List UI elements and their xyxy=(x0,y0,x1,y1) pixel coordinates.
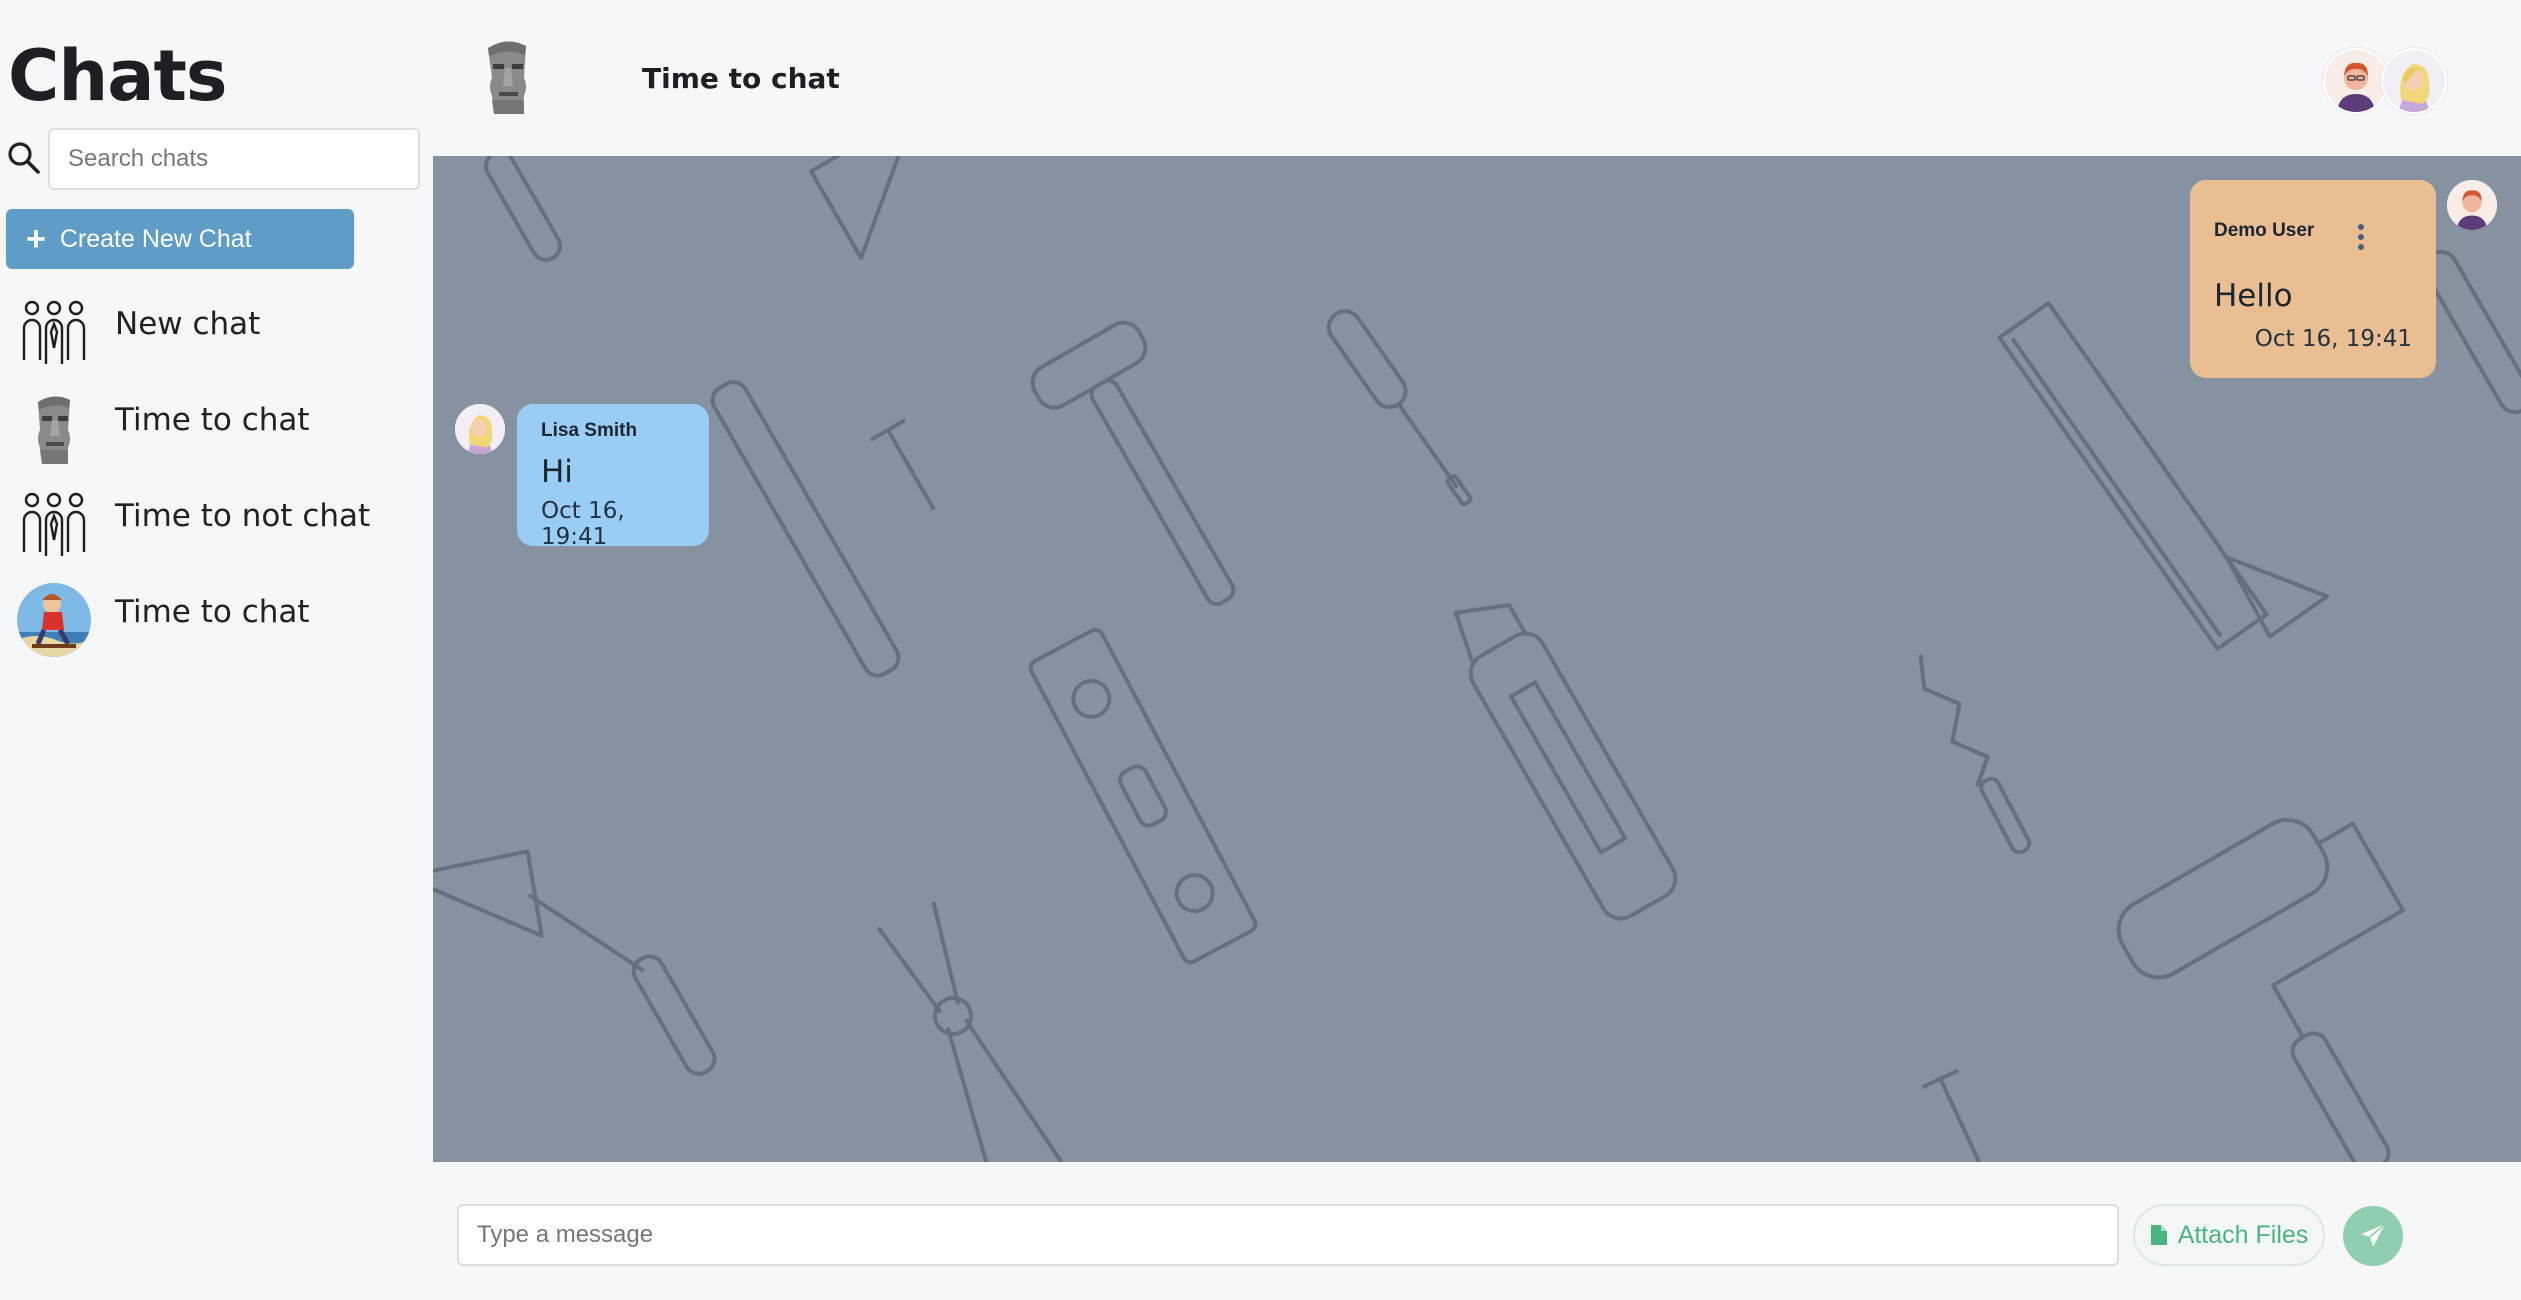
group-icon xyxy=(22,300,86,364)
skater-avatar-icon xyxy=(17,583,91,657)
create-new-chat-button[interactable]: + Create New Chat xyxy=(6,209,354,269)
sidebar-title: Chats xyxy=(8,35,228,117)
chat-header: Time to chat xyxy=(432,0,2521,156)
search-icon xyxy=(8,142,40,174)
chat-list-item-time-to-chat[interactable]: Time to chat xyxy=(0,374,432,470)
attach-files-label: Attach Files xyxy=(2177,1220,2309,1249)
lisa-smith-avatar[interactable] xyxy=(455,404,505,454)
participants xyxy=(2323,48,2447,114)
message-area[interactable]: Lisa Smith Hi Oct 16, 19:41 Demo User He… xyxy=(433,156,2521,1162)
chat-list-item-label: Time to chat xyxy=(115,402,310,438)
message-author: Demo User xyxy=(2214,220,2315,241)
search-row xyxy=(6,128,420,192)
chat-list-item-label: Time to not chat xyxy=(115,498,371,534)
create-new-chat-label: Create New Chat xyxy=(59,224,252,253)
demo-user-avatar[interactable] xyxy=(2447,180,2497,230)
message-bubble-outgoing[interactable]: Demo User Hello Oct 16, 19:41 xyxy=(2190,180,2436,378)
message-author: Lisa Smith xyxy=(541,420,638,441)
search-input[interactable] xyxy=(48,128,420,190)
moai-icon xyxy=(488,41,526,114)
more-options-icon[interactable] xyxy=(2356,222,2366,252)
chat-list: New chat Time to chat Time to not chat T… xyxy=(0,278,432,662)
chat-list-item-time-to-chat-2[interactable]: Time to chat xyxy=(0,566,432,662)
message-bubble-incoming[interactable]: Lisa Smith Hi Oct 16, 19:41 xyxy=(517,404,709,550)
file-icon xyxy=(2150,1225,2167,1245)
message-text: Hello xyxy=(2214,278,2293,314)
moai-icon xyxy=(38,396,70,464)
red-hair-man-avatar[interactable] xyxy=(2323,48,2389,114)
sidebar: Chats + Create New Chat New chat xyxy=(0,0,432,1300)
blonde-woman-avatar[interactable] xyxy=(2381,48,2447,114)
plus-icon: + xyxy=(26,220,46,258)
chat-list-item-label: New chat xyxy=(115,306,261,342)
chat-title: Time to chat xyxy=(642,62,840,95)
group-icon xyxy=(22,492,86,556)
paper-plane-icon xyxy=(2361,1223,2386,1247)
chat-list-item-time-to-not-chat[interactable]: Time to not chat xyxy=(0,470,432,566)
send-button[interactable] xyxy=(2343,1206,2403,1266)
chat-list-item-new-chat[interactable]: New chat xyxy=(0,278,432,374)
message-timestamp: Oct 16, 19:41 xyxy=(2254,326,2412,352)
message-input[interactable] xyxy=(457,1204,2119,1266)
message-composer: Attach Files xyxy=(433,1162,2521,1300)
attach-files-button[interactable]: Attach Files xyxy=(2133,1204,2325,1266)
message-text: Hi xyxy=(541,454,573,490)
chat-list-item-label: Time to chat xyxy=(115,594,310,630)
message-timestamp: Oct 16, 19:41 xyxy=(541,498,625,550)
